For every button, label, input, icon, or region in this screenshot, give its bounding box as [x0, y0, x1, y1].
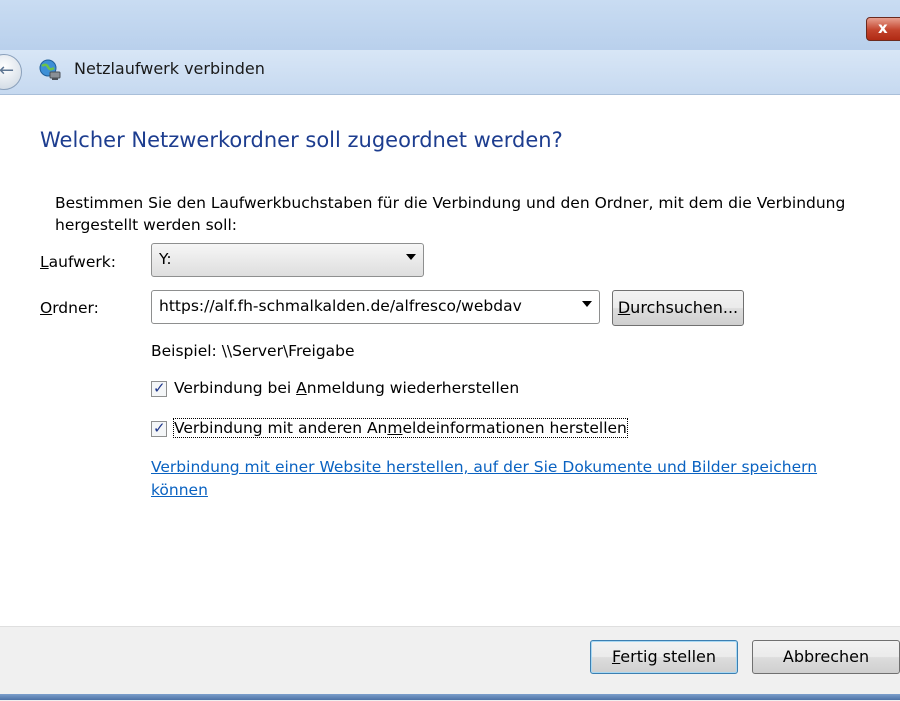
close-icon: x [878, 19, 888, 37]
chevron-down-icon [582, 301, 592, 307]
example-text: Beispiel: \\Server\Freigabe [151, 342, 355, 360]
page-title: Welcher Netzwerkordner soll zugeordnet w… [40, 128, 563, 152]
website-link[interactable]: Verbindung mit einer Website herstellen,… [151, 456, 871, 502]
drive-label: Laufwerk: [40, 253, 116, 271]
drive-select-value: Y: [159, 250, 172, 268]
other-credentials-label[interactable]: Verbindung mit anderen Anmeldeinformatio… [173, 418, 628, 438]
folder-label: Ordner: [40, 299, 99, 317]
other-credentials-checkbox[interactable]: ✓ [151, 419, 167, 437]
folder-combobox[interactable]: https://alf.fh-schmalkalden.de/alfresco/… [151, 290, 600, 324]
instructions-text: Bestimmen Sie den Laufwerkbuchstaben für… [55, 194, 846, 234]
back-button[interactable]: ← [0, 54, 22, 90]
close-button[interactable]: x [866, 17, 900, 41]
chevron-down-icon [406, 254, 416, 260]
network-drive-icon [39, 59, 61, 80]
cancel-button[interactable]: Abbrechen [752, 640, 900, 674]
back-arrow-icon: ← [0, 60, 15, 81]
title-bar [0, 0, 900, 50]
window-title: Netzlaufwerk verbinden [74, 59, 265, 78]
checkmark-icon: ✓ [153, 419, 166, 437]
finish-button[interactable]: Fertig stellen [590, 640, 738, 674]
reconnect-checkbox[interactable]: ✓ [151, 379, 167, 397]
checkmark-icon: ✓ [153, 379, 166, 397]
browse-button[interactable]: Durchsuchen... [612, 290, 744, 326]
window-border [0, 694, 900, 700]
reconnect-label[interactable]: Verbindung bei Anmeldung wiederherstelle… [174, 379, 519, 397]
drive-select[interactable]: Y: [151, 243, 424, 277]
folder-input-value: https://alf.fh-schmalkalden.de/alfresco/… [159, 297, 522, 315]
